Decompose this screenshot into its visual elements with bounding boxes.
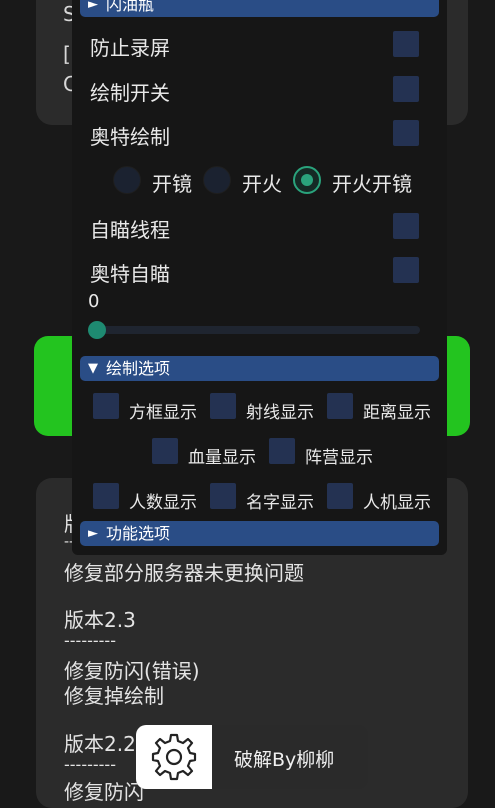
background-text-stub: [: [63, 42, 71, 66]
expand-arrow-icon: ►: [88, 0, 98, 12]
draw-option-checkbox[interactable]: [210, 393, 236, 419]
draw-option-label: 阵营显示: [305, 448, 373, 468]
toast-icon-container: [136, 725, 212, 789]
draw-option-checkbox[interactable]: [93, 483, 119, 509]
draw-option-label: 人机显示: [363, 493, 431, 513]
radio-label: 开火: [242, 172, 282, 196]
toggle-label: 绘制开关: [90, 81, 170, 105]
toggle-checkbox-screen-record[interactable]: [393, 31, 419, 57]
draw-option-checkbox[interactable]: [327, 483, 353, 509]
draw-option-label: 人数显示: [129, 493, 197, 513]
section-header-function-options[interactable]: ► 功能选项: [80, 521, 439, 546]
draw-option-checkbox[interactable]: [269, 438, 295, 464]
draw-option-label: 距离显示: [363, 403, 431, 423]
toggle-checkbox-draw[interactable]: [393, 76, 419, 102]
toggle-checkbox-aim-thread[interactable]: [393, 213, 419, 239]
changelog-version: 版本2.2: [64, 732, 136, 756]
draw-option-label: 射线显示: [246, 403, 314, 423]
draw-option-checkbox[interactable]: [93, 393, 119, 419]
toggle-checkbox-ult-aim[interactable]: [393, 257, 419, 283]
slider-track[interactable]: [88, 326, 420, 334]
gear-icon: [151, 733, 197, 781]
expand-arrow-icon: ►: [88, 526, 98, 541]
toast-notification: 破解By柳柳: [136, 725, 368, 789]
changelog-separator: ---------: [64, 755, 116, 774]
radio-fire-scope[interactable]: [293, 166, 321, 194]
draw-option-checkbox[interactable]: [210, 483, 236, 509]
toast-text: 破解By柳柳: [234, 749, 335, 771]
changelog-version: 版本2.3: [64, 608, 136, 632]
section-header-label: 绘制选项: [106, 359, 171, 378]
changelog-item: 修复部分服务器未更换问题: [64, 561, 304, 585]
radio-label: 开镜: [152, 172, 192, 196]
changelog-item: 修复掉绘制: [64, 684, 164, 708]
cheat-menu-panel: ► 闪油瓶 防止录屏 绘制开关 奥特绘制 开镜 开火 开火开镜 自瞄线程 奥特自…: [72, 0, 447, 555]
toggle-checkbox-ult-draw[interactable]: [393, 120, 419, 146]
radio-label: 开火开镜: [332, 172, 412, 196]
section-header-draw-options[interactable]: ▼ 绘制选项: [80, 356, 439, 381]
toggle-label: 自瞄线程: [90, 218, 170, 242]
slider-value: 0: [88, 291, 100, 312]
collapse-arrow-icon: ▼: [88, 361, 98, 376]
toggle-label: 奥特自瞄: [90, 262, 170, 286]
draw-option-label: 方框显示: [129, 403, 197, 423]
draw-option-checkbox[interactable]: [327, 393, 353, 419]
radio-fire[interactable]: [203, 166, 231, 194]
section-header-label: 功能选项: [106, 524, 171, 543]
draw-option-checkbox[interactable]: [152, 438, 178, 464]
changelog-item: 修复防闪: [64, 780, 144, 804]
toggle-label: 奥特绘制: [90, 125, 170, 149]
toggle-label: 防止录屏: [90, 36, 170, 60]
section-header-label: 闪油瓶: [106, 0, 155, 14]
draw-option-label: 名字显示: [246, 493, 314, 513]
changelog-separator: ---------: [64, 631, 116, 650]
section-header-top[interactable]: ► 闪油瓶: [80, 0, 439, 17]
draw-option-label: 血量显示: [188, 448, 256, 468]
radio-scope[interactable]: [113, 166, 141, 194]
slider-handle[interactable]: [88, 321, 106, 339]
